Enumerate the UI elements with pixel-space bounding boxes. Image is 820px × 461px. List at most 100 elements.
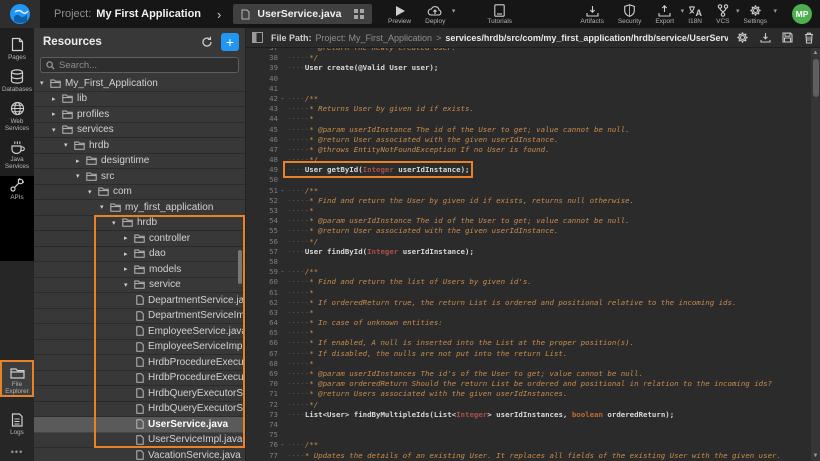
toolbar-button-preview[interactable]: Preview (381, 0, 418, 28)
editor-scrollbar-thumb[interactable] (813, 59, 819, 97)
chevron-right-icon[interactable]: ▸ (52, 110, 62, 118)
toolbar-button-security[interactable]: Security (611, 0, 648, 28)
code-line-48[interactable]: 48·····*/ (246, 155, 812, 165)
chevron-down-icon[interactable]: ▾ (452, 7, 456, 15)
sidebar-item-web-services[interactable]: Web Services (0, 96, 34, 132)
code-line-46[interactable]: 46·····* @return User associated with th… (246, 135, 812, 145)
code-line-38[interactable]: 38·····*/ (246, 53, 812, 63)
code-line-61[interactable]: 61·····* (246, 288, 812, 298)
code-line-42[interactable]: 42-····/** (246, 94, 812, 104)
refresh-icon[interactable] (201, 36, 213, 48)
gear-icon[interactable] (736, 31, 749, 44)
code-line-73[interactable]: 73····List<User> findByMultipleIds(List<… (246, 410, 812, 420)
tree-scrollbar-thumb[interactable] (238, 250, 242, 284)
code-line-68[interactable]: 68·····* (246, 359, 812, 369)
code-line-40[interactable]: 40 (246, 74, 812, 84)
tree-item-departmentservice-java[interactable]: DepartmentService.java (34, 293, 246, 309)
tree-item-hrdbqueryexecutorservice[interactable]: HrdbQueryExecutorService (34, 402, 246, 418)
code-line-52[interactable]: 52·····* Find and return the User by giv… (246, 196, 812, 206)
chevron-down-icon[interactable]: ▾ (773, 7, 777, 15)
tree-item-lib[interactable]: ▸lib (34, 92, 246, 108)
chevron-down-icon[interactable]: ▾ (52, 126, 62, 134)
code-line-47[interactable]: 47·····* @throws EntityNotFoundException… (246, 145, 812, 155)
code-line-66[interactable]: 66·····* If enabled, A null is inserted … (246, 338, 812, 348)
chevron-down-icon[interactable]: ▾ (112, 219, 122, 227)
toolbar-button-vcs[interactable]: VCS▾ (709, 0, 736, 28)
code-line-41[interactable]: 41 (246, 84, 812, 94)
code-line-49[interactable]: 49····User getById(Integer userIdInstanc… (246, 165, 812, 175)
code-line-39[interactable]: 39····User create(@Valid User user); (246, 63, 812, 73)
tree-item-designtime[interactable]: ▸designtime (34, 154, 246, 170)
code-line-55[interactable]: 55·····* @return User associated with th… (246, 226, 812, 236)
chevron-down-icon[interactable]: ▾ (76, 172, 86, 180)
tree-item-my-first-application[interactable]: ▾My_First_Application (34, 76, 246, 92)
chevron-down-icon[interactable]: ▾ (88, 188, 98, 196)
code-line-43[interactable]: 43·····* Returns User by given id if exi… (246, 104, 812, 114)
tree-item-departmentserviceimpl-jav[interactable]: DepartmentServiceImpl.jav (34, 309, 246, 325)
code-line-65[interactable]: 65·····* (246, 328, 812, 338)
tree-item-services[interactable]: ▾services (34, 123, 246, 139)
code-line-62[interactable]: 62·····* If orderedReturn true, the retu… (246, 298, 812, 308)
sidebar-item-logs[interactable]: Logs (0, 408, 34, 436)
code-line-77[interactable]: 77····* Updates the details of an existi… (246, 451, 812, 461)
code-line-64[interactable]: 64·····* In case of unknown entities: (246, 318, 812, 328)
chevron-right-icon[interactable]: ▸ (124, 265, 134, 273)
code-editor[interactable]: 37·····* @return The newly created User.… (246, 48, 820, 461)
search-input[interactable] (59, 60, 233, 71)
sidebar-item-databases[interactable]: Databases (0, 64, 34, 93)
tree-item-vacationservice-java[interactable]: VacationService.java (34, 448, 246, 461)
tree-item-models[interactable]: ▸models (34, 262, 246, 278)
user-avatar[interactable]: MP (792, 4, 812, 24)
toolbar-button-settings[interactable]: Settings▾ (737, 0, 775, 28)
sidebar-item-apis[interactable]: APIs (0, 173, 34, 201)
sidebar-item-java-services[interactable]: Java Services (0, 135, 34, 170)
project-name[interactable]: My First Application (96, 8, 201, 20)
chevron-down-icon[interactable]: ▾ (100, 203, 110, 211)
code-line-72[interactable]: 72·····*/ (246, 400, 812, 410)
tab-grid-icon[interactable] (354, 9, 364, 19)
tree-item-src[interactable]: ▾src (34, 169, 246, 185)
tree-item-hrdbprocedureexecutorse[interactable]: HrdbProcedureExecutorSe (34, 371, 246, 387)
download-icon[interactable] (760, 32, 771, 43)
save-icon[interactable] (782, 32, 793, 43)
tab-userservice[interactable]: UserService.java (233, 4, 372, 24)
tree-item-service[interactable]: ▾service (34, 278, 246, 294)
sidebar-more-button[interactable]: ••• (0, 447, 34, 457)
chevron-right-icon[interactable]: ▸ (52, 95, 62, 103)
code-line-45[interactable]: 45·····* @param userIdInstance The id of… (246, 125, 812, 135)
chevron-right-icon[interactable]: ▸ (124, 250, 134, 258)
code-line-53[interactable]: 53·····* (246, 206, 812, 216)
code-line-70[interactable]: 70·····* @param orderedReturn Should the… (246, 379, 812, 389)
scroll-up-icon[interactable]: ▲ (811, 48, 820, 58)
tree-item-hrdb[interactable]: ▾hrdb (34, 216, 246, 232)
toolbar-button-tutorials[interactable]: Tutorials (480, 0, 519, 28)
code-line-44[interactable]: 44·····* (246, 114, 812, 124)
tree-item-profiles[interactable]: ▸profiles (34, 107, 246, 123)
code-line-60[interactable]: 60·····* Find and return the list of Use… (246, 277, 812, 287)
chevron-down-icon[interactable]: ▾ (124, 281, 134, 289)
code-line-57[interactable]: 57····User findById(Integer userIdInstan… (246, 247, 812, 257)
fold-marker-icon[interactable]: - (278, 267, 287, 277)
toolbar-button-artifacts[interactable]: Artifacts (573, 0, 610, 28)
tree-item-com[interactable]: ▾com (34, 185, 246, 201)
tree-item-my-first-application[interactable]: ▾my_first_application (34, 200, 246, 216)
chevron-down-icon[interactable]: ▾ (64, 141, 74, 149)
sidebar-item-pages[interactable]: Pages (0, 32, 34, 61)
code-line-69[interactable]: 69·····* @param userIdInstances The id's… (246, 369, 812, 379)
tree-item-controller[interactable]: ▸controller (34, 231, 246, 247)
tree-item-hrdb[interactable]: ▾hrdb (34, 138, 246, 154)
code-line-54[interactable]: 54·····* @param userIdInstance The id of… (246, 216, 812, 226)
code-line-56[interactable]: 56·····*/ (246, 237, 812, 247)
tree-item-userserviceimpl-java[interactable]: UserServiceImpl.java (34, 433, 246, 449)
toolbar-button-deploy[interactable]: Deploy▾ (418, 0, 452, 28)
code-line-71[interactable]: 71·····* @return Users associated with t… (246, 389, 812, 399)
toolbar-button-export[interactable]: Export▾ (648, 0, 681, 28)
fold-marker-icon[interactable]: - (278, 186, 287, 196)
chevron-down-icon[interactable]: ▾ (40, 79, 50, 87)
code-line-59[interactable]: 59-····/** (246, 267, 812, 277)
code-line-50[interactable]: 50 (246, 175, 812, 185)
code-line-58[interactable]: 58 (246, 257, 812, 267)
tree-item-employeeserviceimpl-java[interactable]: EmployeeServiceImpl.java (34, 340, 246, 356)
tree-item-dao[interactable]: ▸dao (34, 247, 246, 263)
tree-item-employeeservice-java[interactable]: EmployeeService.java (34, 324, 246, 340)
